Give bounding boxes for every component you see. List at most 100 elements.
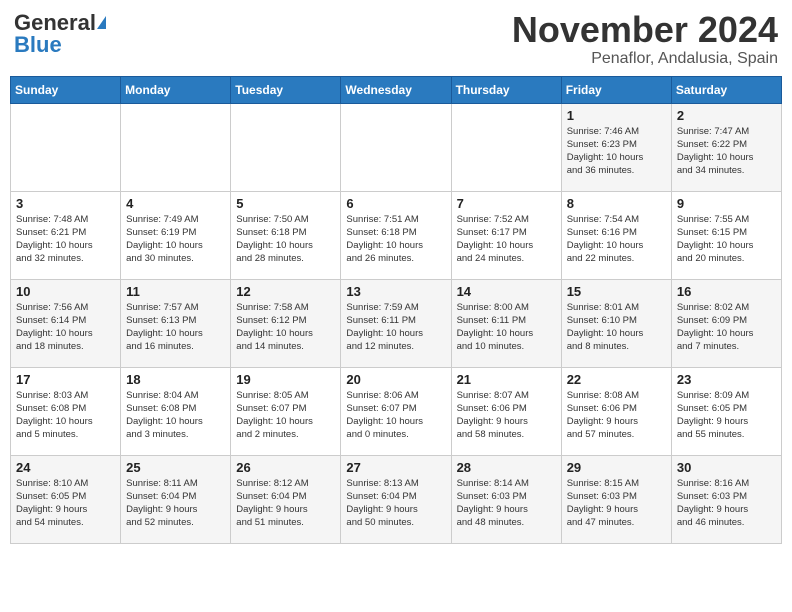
- day-info: Sunrise: 8:05 AM Sunset: 6:07 PM Dayligh…: [236, 389, 335, 442]
- calendar-cell: 12Sunrise: 7:58 AM Sunset: 6:12 PM Dayli…: [231, 279, 341, 367]
- day-number: 8: [567, 196, 666, 211]
- day-number: 24: [16, 460, 115, 475]
- calendar-cell: 24 Sunrise: 8:10 AM Sunset: 6:05 PM Dayli…: [11, 455, 121, 543]
- day-number: 7: [457, 196, 556, 211]
- day-info: Sunrise: 7:46 AM Sunset: 6:23 PM Dayligh…: [567, 125, 666, 178]
- weekday-header: Tuesday: [231, 76, 341, 103]
- calendar-cell: 9 Sunrise: 7:55 AM Sunset: 6:15 PM Daylig…: [671, 191, 781, 279]
- calendar-cell: 13 Sunrise: 7:59 AM Sunset: 6:11 PM Dayli…: [341, 279, 451, 367]
- day-info: Sunrise: 7:47 AM Sunset: 6:22 PM Dayligh…: [677, 125, 776, 178]
- day-number: 30: [677, 460, 776, 475]
- day-info: Sunrise: 8:06 AM Sunset: 6:07 PM Dayligh…: [346, 389, 445, 442]
- day-number: 3: [16, 196, 115, 211]
- day-info: Sunrise: 8:09 AM Sunset: 6:05 PM Dayligh…: [677, 389, 776, 442]
- day-info: Sunrise: 8:00 AM Sunset: 6:11 PM Dayligh…: [457, 301, 556, 354]
- day-number: 14: [457, 284, 556, 299]
- day-info: Sunrise: 7:54 AM Sunset: 6:16 PM Dayligh…: [567, 213, 666, 266]
- calendar-cell: 25Sunrise: 8:11 AM Sunset: 6:04 PM Dayli…: [121, 455, 231, 543]
- day-number: 27: [346, 460, 445, 475]
- calendar-cell: 1 Sunrise: 7:46 AM Sunset: 6:23 PM Daylig…: [561, 103, 671, 191]
- day-number: 23: [677, 372, 776, 387]
- calendar-cell: 19 Sunrise: 8:05 AM Sunset: 6:07 PM Dayli…: [231, 367, 341, 455]
- day-info: Sunrise: 7:59 AM Sunset: 6:11 PM Dayligh…: [346, 301, 445, 354]
- calendar-cell: 6 Sunrise: 7:51 AM Sunset: 6:18 PM Daylig…: [341, 191, 451, 279]
- calendar-table: SundayMondayTuesdayWednesdayThursdayFrid…: [10, 76, 782, 544]
- calendar-cell: [231, 103, 341, 191]
- day-info: Sunrise: 7:52 AM Sunset: 6:17 PM Dayligh…: [457, 213, 556, 266]
- location-subtitle: Penaflor, Andalusia, Spain: [512, 50, 778, 68]
- day-number: 2: [677, 108, 776, 123]
- day-info: Sunrise: 8:04 AM Sunset: 6:08 PM Dayligh…: [126, 389, 225, 442]
- day-info: Sunrise: 8:13 AM Sunset: 6:04 PM Dayligh…: [346, 477, 445, 530]
- weekday-header: Sunday: [11, 76, 121, 103]
- day-info: Sunrise: 8:10 AM Sunset: 6:05 PM Dayligh…: [16, 477, 115, 530]
- day-number: 17: [16, 372, 115, 387]
- day-info: Sunrise: 7:49 AM Sunset: 6:19 PM Dayligh…: [126, 213, 225, 266]
- day-number: 15: [567, 284, 666, 299]
- logo: General Blue: [14, 10, 106, 58]
- day-info: Sunrise: 8:14 AM Sunset: 6:03 PM Dayligh…: [457, 477, 556, 530]
- day-number: 1: [567, 108, 666, 123]
- day-number: 4: [126, 196, 225, 211]
- day-number: 28: [457, 460, 556, 475]
- calendar-cell: 29Sunrise: 8:15 AM Sunset: 6:03 PM Dayli…: [561, 455, 671, 543]
- calendar-cell: [11, 103, 121, 191]
- calendar-cell: 2 Sunrise: 7:47 AM Sunset: 6:22 PM Daylig…: [671, 103, 781, 191]
- weekday-header: Thursday: [451, 76, 561, 103]
- weekday-header: Friday: [561, 76, 671, 103]
- day-number: 16: [677, 284, 776, 299]
- calendar-cell: 8 Sunrise: 7:54 AM Sunset: 6:16 PM Daylig…: [561, 191, 671, 279]
- calendar-cell: 17 Sunrise: 8:03 AM Sunset: 6:08 PM Dayli…: [11, 367, 121, 455]
- calendar-cell: 22 Sunrise: 8:08 AM Sunset: 6:06 PM Dayli…: [561, 367, 671, 455]
- day-number: 21: [457, 372, 556, 387]
- calendar-cell: [341, 103, 451, 191]
- day-info: Sunrise: 8:02 AM Sunset: 6:09 PM Dayligh…: [677, 301, 776, 354]
- day-info: Sunrise: 8:08 AM Sunset: 6:06 PM Dayligh…: [567, 389, 666, 442]
- day-number: 18: [126, 372, 225, 387]
- calendar-cell: 26Sunrise: 8:12 AM Sunset: 6:04 PM Dayli…: [231, 455, 341, 543]
- day-number: 19: [236, 372, 335, 387]
- page-header: General Blue November 2024 Penaflor, And…: [10, 10, 782, 68]
- month-title: November 2024: [512, 10, 778, 50]
- calendar-cell: 20 Sunrise: 8:06 AM Sunset: 6:07 PM Dayli…: [341, 367, 451, 455]
- title-block: November 2024 Penaflor, Andalusia, Spain: [512, 10, 778, 68]
- weekday-header: Saturday: [671, 76, 781, 103]
- day-info: Sunrise: 7:56 AM Sunset: 6:14 PM Dayligh…: [16, 301, 115, 354]
- day-info: Sunrise: 7:55 AM Sunset: 6:15 PM Dayligh…: [677, 213, 776, 266]
- day-info: Sunrise: 7:50 AM Sunset: 6:18 PM Dayligh…: [236, 213, 335, 266]
- day-number: 11: [126, 284, 225, 299]
- calendar-week-row: 17 Sunrise: 8:03 AM Sunset: 6:08 PM Dayli…: [11, 367, 782, 455]
- day-info: Sunrise: 8:16 AM Sunset: 6:03 PM Dayligh…: [677, 477, 776, 530]
- day-info: Sunrise: 7:58 AM Sunset: 6:12 PM Dayligh…: [236, 301, 335, 354]
- weekday-header: Wednesday: [341, 76, 451, 103]
- calendar-cell: 15 Sunrise: 8:01 AM Sunset: 6:10 PM Dayli…: [561, 279, 671, 367]
- calendar-cell: 23 Sunrise: 8:09 AM Sunset: 6:05 PM Dayli…: [671, 367, 781, 455]
- calendar-cell: 11 Sunrise: 7:57 AM Sunset: 6:13 PM Dayli…: [121, 279, 231, 367]
- day-info: Sunrise: 8:01 AM Sunset: 6:10 PM Dayligh…: [567, 301, 666, 354]
- day-number: 20: [346, 372, 445, 387]
- calendar-week-row: 10Sunrise: 7:56 AM Sunset: 6:14 PM Dayli…: [11, 279, 782, 367]
- calendar-cell: [451, 103, 561, 191]
- calendar-cell: 28 Sunrise: 8:14 AM Sunset: 6:03 PM Dayli…: [451, 455, 561, 543]
- day-info: Sunrise: 8:03 AM Sunset: 6:08 PM Dayligh…: [16, 389, 115, 442]
- calendar-cell: 18 Sunrise: 8:04 AM Sunset: 6:08 PM Dayli…: [121, 367, 231, 455]
- day-number: 26: [236, 460, 335, 475]
- day-number: 22: [567, 372, 666, 387]
- calendar-week-row: 1 Sunrise: 7:46 AM Sunset: 6:23 PM Daylig…: [11, 103, 782, 191]
- day-number: 5: [236, 196, 335, 211]
- day-info: Sunrise: 7:57 AM Sunset: 6:13 PM Dayligh…: [126, 301, 225, 354]
- calendar-week-row: 24 Sunrise: 8:10 AM Sunset: 6:05 PM Dayli…: [11, 455, 782, 543]
- calendar-cell: 4 Sunrise: 7:49 AM Sunset: 6:19 PM Daylig…: [121, 191, 231, 279]
- weekday-header-row: SundayMondayTuesdayWednesdayThursdayFrid…: [11, 76, 782, 103]
- logo-blue: Blue: [14, 32, 62, 58]
- calendar-cell: [121, 103, 231, 191]
- day-number: 6: [346, 196, 445, 211]
- calendar-cell: 21Sunrise: 8:07 AM Sunset: 6:06 PM Dayli…: [451, 367, 561, 455]
- day-number: 9: [677, 196, 776, 211]
- day-number: 13: [346, 284, 445, 299]
- calendar-week-row: 3 Sunrise: 7:48 AM Sunset: 6:21 PM Daylig…: [11, 191, 782, 279]
- calendar-cell: 27 Sunrise: 8:13 AM Sunset: 6:04 PM Dayli…: [341, 455, 451, 543]
- day-info: Sunrise: 7:51 AM Sunset: 6:18 PM Dayligh…: [346, 213, 445, 266]
- calendar-cell: 10Sunrise: 7:56 AM Sunset: 6:14 PM Dayli…: [11, 279, 121, 367]
- day-info: Sunrise: 7:48 AM Sunset: 6:21 PM Dayligh…: [16, 213, 115, 266]
